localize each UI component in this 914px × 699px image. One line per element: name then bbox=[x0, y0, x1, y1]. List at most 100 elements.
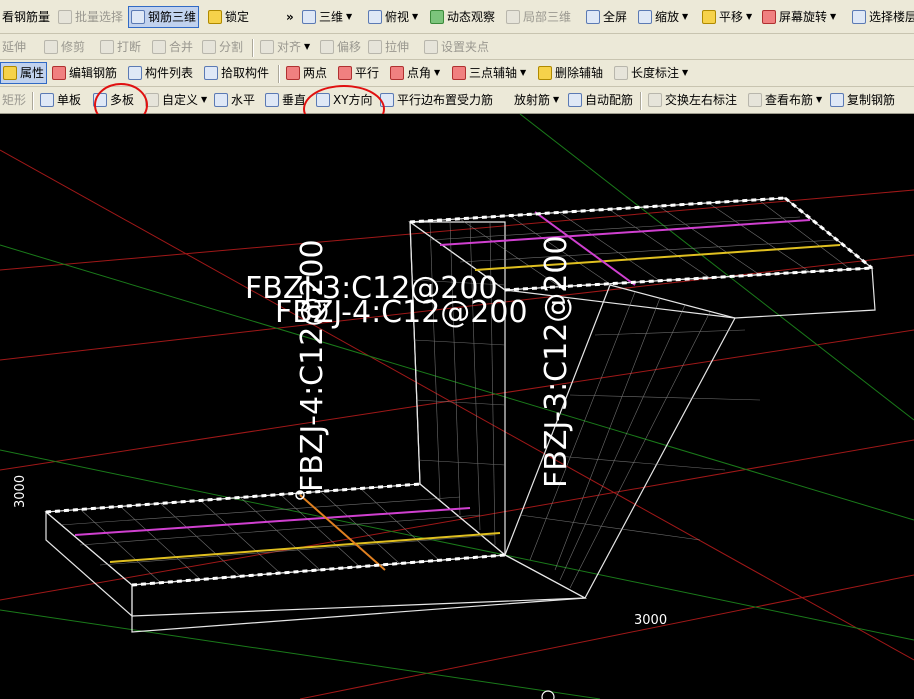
extend-button[interactable]: 延伸 bbox=[2, 37, 26, 57]
horizontal-icon bbox=[214, 93, 228, 107]
point-angle-button[interactable]: 点角 ▼ bbox=[390, 63, 440, 83]
vertical-icon bbox=[265, 93, 279, 107]
offset-label: 偏移 bbox=[337, 39, 362, 54]
delete-axis-label: 删除辅轴 bbox=[555, 66, 604, 80]
offset-icon bbox=[320, 39, 334, 54]
trim-button[interactable]: 修剪 bbox=[44, 37, 85, 57]
length-dim-button[interactable]: 长度标注 ▼ bbox=[614, 63, 688, 83]
three-point-axis-button[interactable]: 三点辅轴 ▼ bbox=[452, 63, 526, 83]
select-floor-label: 选择楼层 bbox=[869, 9, 914, 24]
merge-button[interactable]: 合并 bbox=[152, 37, 193, 57]
multi-slab-button[interactable]: 多板 bbox=[93, 90, 134, 110]
toolbar-separator bbox=[32, 92, 34, 110]
view-layout-button[interactable]: 查看布筋 ▼ bbox=[748, 90, 822, 110]
break-label: 打断 bbox=[117, 39, 142, 54]
custom-label: 自定义 bbox=[162, 93, 199, 107]
3d-viewport[interactable]: FBZJ-3:C12@200 FBZJ-4:C12@200 FBZJ-4:C12… bbox=[0, 114, 914, 699]
pick-component-label: 拾取构件 bbox=[221, 66, 270, 80]
view-layout-icon bbox=[748, 93, 762, 107]
swap-labels-label: 交换左右标注 bbox=[665, 93, 738, 107]
floors-icon bbox=[852, 9, 866, 24]
rectangle-label: 矩形 bbox=[2, 93, 27, 107]
rectangle-button[interactable]: 矩形 bbox=[2, 90, 26, 110]
view-3d-button[interactable]: 三维 ▼ bbox=[302, 7, 352, 27]
view-rebar-qty-button[interactable]: 看钢筋量 bbox=[2, 7, 50, 27]
properties-icon bbox=[3, 66, 17, 80]
view-layout-label: 查看布筋 bbox=[765, 93, 814, 107]
custom-icon bbox=[145, 93, 159, 107]
main-toolbar: 看钢筋量 批量选择 钢筋三维 锁定 » 三维 ▼ 俯视 ▼ 动态观察 局部三维 全屏… bbox=[0, 0, 914, 34]
offset-button[interactable]: 偏移 bbox=[320, 37, 361, 57]
pan-button[interactable]: 平移 ▼ bbox=[702, 7, 752, 27]
parallel-edge-label: 平行边布置受力筋 bbox=[397, 93, 494, 107]
multi-slab-icon bbox=[93, 93, 107, 107]
fullscreen-icon bbox=[586, 9, 600, 24]
break-button[interactable]: 打断 bbox=[100, 37, 141, 57]
screen-rotate-button[interactable]: 屏幕旋转 ▼ bbox=[762, 7, 836, 27]
component-list-button[interactable]: 构件列表 bbox=[128, 63, 193, 83]
dimension-bottom: 3000 bbox=[634, 613, 667, 628]
single-slab-button[interactable]: 单板 bbox=[40, 90, 81, 110]
swap-labels-button[interactable]: 交换左右标注 bbox=[648, 90, 737, 110]
view-3d-label: 三维 bbox=[319, 9, 344, 24]
align-button[interactable]: 对齐 ▼ bbox=[260, 37, 310, 57]
radial-button[interactable]: 放射筋 ▼ bbox=[514, 90, 559, 110]
parallel-edge-button[interactable]: 平行边布置受力筋 bbox=[380, 90, 493, 110]
horizontal-label: 水平 bbox=[231, 93, 256, 107]
custom-button[interactable]: 自定义 ▼ bbox=[145, 90, 207, 110]
grip-icon bbox=[424, 39, 438, 54]
vertical-button[interactable]: 垂直 bbox=[265, 90, 306, 110]
view-rebar-qty-label: 看钢筋量 bbox=[2, 9, 51, 24]
chevron-down-icon: ▼ bbox=[553, 95, 560, 104]
local-3d-icon bbox=[506, 9, 520, 24]
zoom-label: 缩放 bbox=[655, 9, 680, 24]
rebar-label-fbzj3-vertical: FBZJ-3:C12@200 bbox=[539, 235, 574, 488]
parallel-button[interactable]: 平行 bbox=[338, 63, 379, 83]
rotate-icon bbox=[762, 9, 776, 24]
dimension-icon bbox=[614, 66, 628, 80]
rebar-label-fbzj4-vertical: FBZJ-4:C12@200 bbox=[295, 239, 330, 492]
chevron-down-icon: ▼ bbox=[201, 95, 208, 104]
chevron-down-icon: ▼ bbox=[682, 68, 689, 77]
two-points-button[interactable]: 两点 bbox=[286, 63, 327, 83]
rebar-3d-button[interactable]: 钢筋三维 bbox=[128, 5, 200, 28]
set-grip-button[interactable]: 设置夹点 bbox=[424, 37, 489, 57]
properties-button[interactable]: 属性 bbox=[0, 62, 48, 84]
top-view-icon bbox=[368, 9, 382, 24]
chevron-down-icon: ▼ bbox=[412, 11, 419, 21]
edit-rebar-button[interactable]: 编辑钢筋 bbox=[52, 63, 117, 83]
batch-select-button[interactable]: 批量选择 bbox=[58, 7, 123, 27]
toolbar-overflow-button[interactable]: » bbox=[286, 7, 294, 27]
two-points-label: 两点 bbox=[303, 66, 328, 80]
merge-icon bbox=[152, 39, 166, 54]
pick-component-button[interactable]: 拾取构件 bbox=[204, 63, 269, 83]
select-floor-button[interactable]: 选择楼层 bbox=[852, 7, 914, 27]
horizontal-button[interactable]: 水平 bbox=[214, 90, 255, 110]
parallel-label: 平行 bbox=[355, 66, 380, 80]
delete-axis-icon bbox=[538, 66, 552, 80]
zoom-button[interactable]: 缩放 ▼ bbox=[638, 7, 688, 27]
chevron-down-icon: ▼ bbox=[304, 41, 311, 51]
xy-direction-label: XY方向 bbox=[333, 93, 373, 107]
local-3d-button[interactable]: 局部三维 bbox=[506, 7, 571, 27]
split-button[interactable]: 分割 bbox=[202, 37, 243, 57]
three-point-axis-label: 三点辅轴 bbox=[469, 66, 518, 80]
chevron-down-icon: ▼ bbox=[682, 11, 689, 21]
merge-label: 合并 bbox=[169, 39, 194, 54]
stretch-button[interactable]: 拉伸 bbox=[368, 37, 409, 57]
auto-rebar-button[interactable]: 自动配筋 bbox=[568, 90, 633, 110]
split-label: 分割 bbox=[219, 39, 244, 54]
dynamic-view-button[interactable]: 动态观察 bbox=[430, 7, 495, 27]
set-grip-label: 设置夹点 bbox=[441, 39, 490, 54]
top-view-button[interactable]: 俯视 ▼ bbox=[368, 7, 418, 27]
point-angle-label: 点角 bbox=[407, 66, 432, 80]
single-slab-icon bbox=[40, 93, 54, 107]
rebar-layout-toolbar: 矩形 单板 多板 自定义 ▼ 水平 垂直 XY方向 平行边布置受力筋 放射筋 ▼ 自… bbox=[0, 87, 914, 114]
hand-icon bbox=[702, 9, 716, 24]
rebar-3d-label: 钢筋三维 bbox=[148, 9, 197, 24]
lock-button[interactable]: 锁定 bbox=[208, 7, 249, 27]
fullscreen-button[interactable]: 全屏 bbox=[586, 7, 627, 27]
copy-rebar-button[interactable]: 复制钢筋 bbox=[830, 90, 895, 110]
delete-axis-button[interactable]: 删除辅轴 bbox=[538, 63, 603, 83]
xy-direction-button[interactable]: XY方向 bbox=[316, 90, 373, 110]
